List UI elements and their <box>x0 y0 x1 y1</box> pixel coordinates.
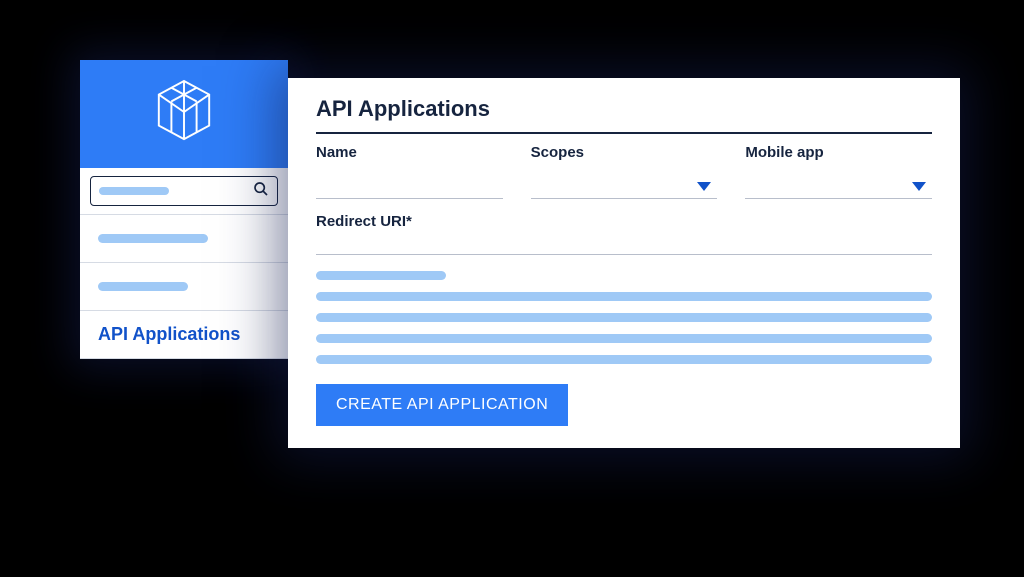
main-form-card: API Applications Name Scopes Mobile app … <box>288 78 960 448</box>
field-mobile-app-label: Mobile app <box>745 144 932 161</box>
sidebar-item-label: API Applications <box>98 324 240 345</box>
caret-down-icon <box>697 182 711 191</box>
name-input[interactable] <box>316 179 503 199</box>
sidebar-item-skeleton <box>98 282 188 291</box>
sidebar-item-api-applications[interactable]: API Applications <box>80 311 288 359</box>
sidebar-item-skeleton <box>98 234 208 243</box>
search-placeholder-skeleton <box>99 187 169 195</box>
field-scopes: Scopes <box>531 144 718 199</box>
text-skeleton-line <box>316 355 932 364</box>
text-skeleton-line <box>316 292 932 301</box>
caret-down-icon <box>912 182 926 191</box>
mobile-app-select[interactable] <box>745 179 932 199</box>
sidebar: API Applications <box>80 60 288 359</box>
sidebar-logo-area <box>80 60 288 168</box>
field-scopes-label: Scopes <box>531 144 718 161</box>
sidebar-search-input[interactable] <box>90 176 278 206</box>
create-api-application-button[interactable]: CREATE API APPLICATION <box>316 384 568 426</box>
sidebar-item-1[interactable] <box>80 215 288 263</box>
field-name: Name <box>316 144 503 199</box>
scopes-select[interactable] <box>531 179 718 199</box>
text-skeleton-line <box>316 334 932 343</box>
text-skeleton-line <box>316 271 446 280</box>
sidebar-item-2[interactable] <box>80 263 288 311</box>
field-name-label: Name <box>316 144 503 161</box>
sidebar-search-wrap <box>80 168 288 215</box>
text-skeleton-line <box>316 313 932 322</box>
redirect-input[interactable] <box>316 254 932 255</box>
field-redirect: Redirect URI* <box>316 213 932 255</box>
field-mobile-app: Mobile app <box>745 144 932 199</box>
field-redirect-label: Redirect URI* <box>316 213 932 230</box>
search-icon <box>253 181 269 202</box>
page-title: API Applications <box>316 96 932 134</box>
field-row-1: Name Scopes Mobile app <box>316 144 932 199</box>
cube-logo-icon <box>153 77 215 152</box>
